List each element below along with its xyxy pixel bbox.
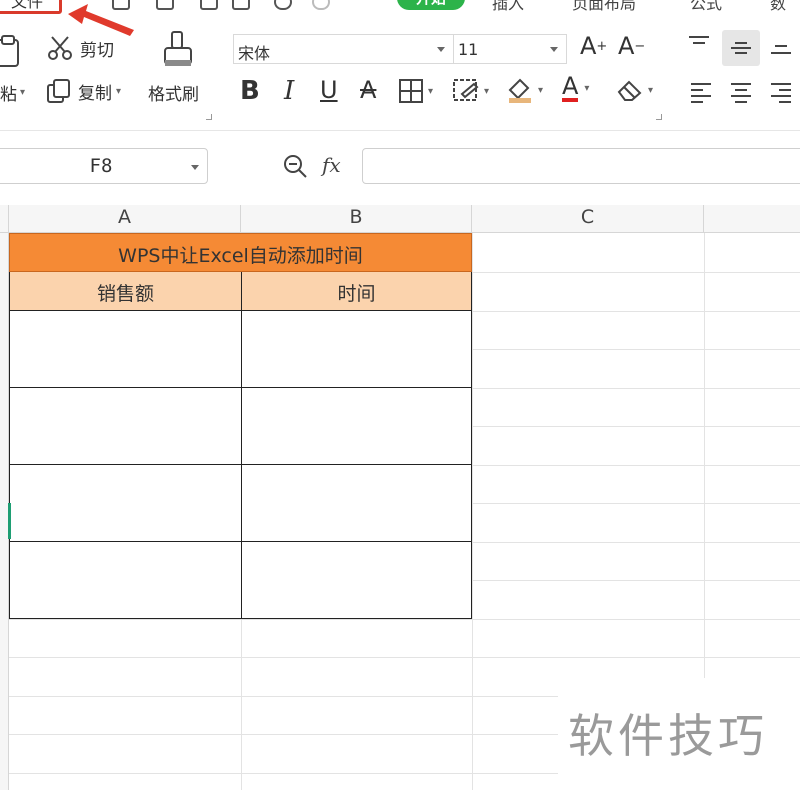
- font-size-value: 11: [458, 40, 479, 59]
- data-cell[interactable]: [241, 311, 472, 350]
- paint-bucket-icon: [508, 78, 531, 103]
- tab-insert[interactable]: 插入: [492, 0, 524, 14]
- cut-label: 剪切: [80, 40, 114, 61]
- column-header-a[interactable]: A: [9, 205, 241, 233]
- column-header-d[interactable]: [704, 205, 800, 233]
- table-title-cell[interactable]: WPS中让Excel自动添加时间: [9, 233, 472, 272]
- data-cell[interactable]: [9, 465, 242, 504]
- cut-button[interactable]: 剪切: [46, 34, 114, 62]
- data-cell[interactable]: [241, 580, 472, 619]
- data-cell[interactable]: [241, 465, 472, 504]
- tab-data[interactable]: 数据: [770, 0, 800, 14]
- chevron-down-icon: ▾: [116, 85, 122, 97]
- font-color-icon: A: [562, 72, 579, 102]
- clipboard-group-launcher[interactable]: [206, 114, 212, 120]
- paste-label: 粘: [0, 85, 17, 105]
- align-top-icon[interactable]: [686, 34, 712, 56]
- chevron-down-icon: ▾: [428, 85, 434, 97]
- cell-style-button[interactable]: ▾: [452, 78, 489, 104]
- format-painter-button[interactable]: 格式刷: [148, 80, 199, 105]
- copy-label: 复制: [78, 83, 112, 104]
- fill-color-button[interactable]: ▾: [506, 76, 543, 104]
- header-cell-sales[interactable]: 销售额: [9, 272, 242, 311]
- font-group-launcher[interactable]: [656, 114, 662, 120]
- insert-function-icon[interactable]: fx: [322, 153, 341, 177]
- header-cell-time[interactable]: 时间: [241, 272, 472, 311]
- align-right-icon[interactable]: [768, 80, 794, 104]
- paste-button[interactable]: 粘 ▾: [0, 80, 25, 105]
- decrease-font-icon[interactable]: A −: [618, 32, 645, 60]
- file-menu-label: 文件: [11, 0, 44, 11]
- align-left-icon[interactable]: [688, 80, 714, 104]
- chevron-down-icon: ▾: [538, 84, 544, 96]
- paste-icon[interactable]: [0, 34, 22, 68]
- data-cell[interactable]: [9, 503, 242, 542]
- formula-input[interactable]: [362, 148, 800, 184]
- preview-icon[interactable]: [200, 0, 218, 10]
- align-bottom-icon[interactable]: [768, 34, 794, 56]
- export-icon[interactable]: [232, 0, 250, 10]
- print-icon[interactable]: [156, 0, 174, 10]
- redo-icon[interactable]: [312, 0, 330, 10]
- column-header-b[interactable]: B: [241, 205, 472, 233]
- bold-icon[interactable]: B: [240, 76, 260, 106]
- data-cell[interactable]: [9, 349, 242, 388]
- format-painter-label: 格式刷: [148, 85, 199, 105]
- font-color-button[interactable]: A ▾: [562, 74, 589, 102]
- grid-line: [472, 233, 473, 790]
- zoom-icon[interactable]: [282, 153, 308, 179]
- watermark-text: 软件技巧: [558, 678, 800, 790]
- align-center-icon[interactable]: [728, 80, 754, 104]
- font-name-value: 宋体: [238, 44, 271, 63]
- clear-format-button[interactable]: ▾: [616, 78, 653, 102]
- name-box[interactable]: F8: [0, 148, 208, 184]
- copy-button[interactable]: 复制 ▾: [46, 78, 121, 104]
- data-cell[interactable]: [241, 349, 472, 388]
- font-size-dropdown[interactable]: 11: [453, 34, 567, 64]
- tab-page-layout[interactable]: 页面布局: [572, 0, 636, 14]
- grid-line: [9, 657, 800, 658]
- underline-icon[interactable]: U: [320, 76, 338, 104]
- chevron-down-icon: ▾: [20, 87, 26, 98]
- select-all-corner[interactable]: [0, 205, 9, 233]
- chevron-down-icon: ▾: [648, 84, 654, 96]
- data-cell[interactable]: [241, 542, 472, 581]
- undo-icon[interactable]: [274, 0, 292, 10]
- format-painter-icon[interactable]: [160, 30, 196, 74]
- increase-font-icon[interactable]: A +: [580, 32, 607, 60]
- data-cell[interactable]: [9, 311, 242, 350]
- formula-bar: F8 fx: [0, 131, 800, 205]
- strikethrough-icon[interactable]: A: [360, 76, 376, 104]
- data-cell[interactable]: [241, 426, 472, 465]
- column-header-c[interactable]: C: [472, 205, 704, 233]
- tab-start[interactable]: 开始: [397, 0, 465, 10]
- data-cell[interactable]: [9, 580, 242, 619]
- chevron-down-icon: ▾: [484, 85, 490, 97]
- align-middle-icon[interactable]: [722, 30, 760, 66]
- chevron-down-icon: [191, 165, 199, 170]
- eraser-icon: [617, 80, 642, 101]
- data-cell[interactable]: [9, 542, 242, 581]
- active-row-indicator: [8, 503, 11, 539]
- data-cell[interactable]: [9, 426, 242, 465]
- border-button[interactable]: ▾: [398, 78, 433, 104]
- data-cell[interactable]: [241, 503, 472, 542]
- chevron-down-icon: [437, 47, 445, 52]
- column-header-row: A B C: [0, 205, 800, 233]
- chevron-down-icon: [550, 47, 558, 52]
- scissors-icon: [48, 36, 72, 60]
- file-menu[interactable]: 文件: [0, 0, 62, 14]
- red-arrow-annotation: [68, 4, 134, 36]
- tab-formula[interactable]: 公式: [690, 0, 722, 14]
- border-icon: [399, 79, 423, 103]
- italic-icon[interactable]: I: [284, 76, 294, 106]
- copy-icon: [47, 79, 70, 103]
- data-cell[interactable]: [9, 388, 242, 427]
- chevron-down-icon: ▾: [584, 82, 590, 94]
- data-cell[interactable]: [241, 388, 472, 427]
- cell-reference: F8: [89, 155, 113, 177]
- font-name-dropdown[interactable]: 宋体: [233, 34, 453, 64]
- grid-line: [9, 619, 800, 620]
- cell-style-icon: [453, 79, 479, 101]
